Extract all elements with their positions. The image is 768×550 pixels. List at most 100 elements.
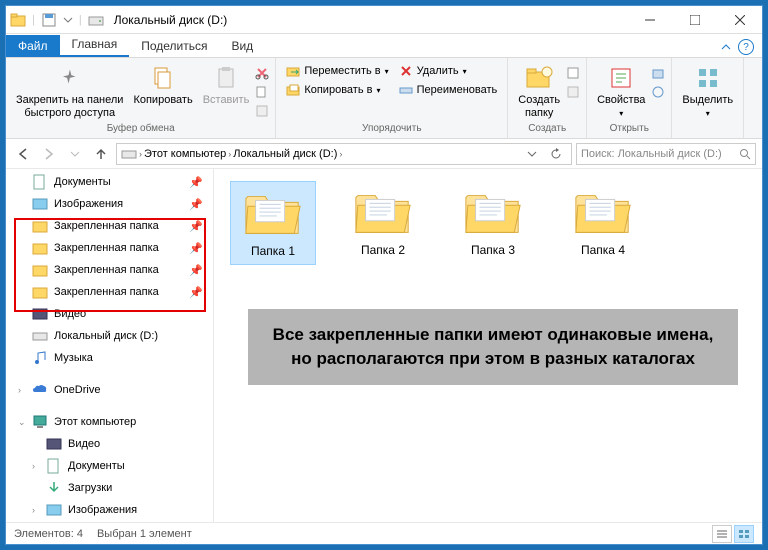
delete-button[interactable]: Удалить▾	[395, 62, 502, 80]
drive-icon	[121, 146, 137, 162]
new-item-icon[interactable]	[566, 66, 580, 80]
sidebar-item-pictures[interactable]: Изображения📌	[6, 193, 213, 215]
documents-icon	[32, 174, 48, 190]
ribbon-tabs: Файл Главная Поделиться Вид ?	[6, 34, 762, 58]
copy-to-button[interactable]: Копировать в▾	[282, 81, 392, 99]
address-bar[interactable]: › Этот компьютер› Локальный диск (D:)›	[116, 143, 572, 165]
status-count: Элементов: 4	[14, 528, 83, 540]
sidebar-item-music[interactable]: Музыка	[6, 347, 213, 369]
sidebar-item-pc-downloads[interactable]: Загрузки	[6, 477, 213, 499]
close-button[interactable]	[717, 6, 762, 34]
onedrive-icon	[32, 382, 48, 398]
history-icon[interactable]	[651, 85, 665, 99]
back-button[interactable]	[12, 143, 34, 165]
collapse-icon[interactable]: ⌄	[18, 417, 26, 428]
paste-button: Вставить	[199, 62, 254, 109]
pin-icon: 📌	[189, 198, 203, 211]
sidebar-item-pc-documents[interactable]: ›Документы	[6, 455, 213, 477]
status-bar: Элементов: 4 Выбран 1 элемент	[6, 522, 762, 544]
folder-item[interactable]: Папка 4	[560, 181, 646, 265]
sidebar-item-documents[interactable]: Документы📌	[6, 171, 213, 193]
expand-icon[interactable]: ›	[18, 385, 21, 395]
pin-icon: 📌	[189, 220, 203, 233]
breadcrumb: Локальный диск (D:)›	[233, 148, 342, 160]
sidebar-item-videos[interactable]: Видео	[6, 303, 213, 325]
sidebar-item-pc-pictures[interactable]: ›Изображения	[6, 499, 213, 521]
paste-shortcut-icon[interactable]	[255, 104, 269, 118]
expand-icon[interactable]: ›	[32, 461, 35, 471]
up-button[interactable]	[90, 143, 112, 165]
easy-access-icon[interactable]	[566, 85, 580, 99]
video-icon	[32, 306, 48, 322]
ribbon: Закрепить на панели быстрого доступа Коп…	[6, 58, 762, 139]
copy-path-icon[interactable]	[255, 85, 269, 99]
content-pane[interactable]: Папка 1 Папка 2 Папка 3 Папка 4 Все закр…	[214, 169, 762, 522]
view-icons-button[interactable]	[734, 525, 754, 543]
folder-icon	[462, 187, 524, 239]
folder-icon	[572, 187, 634, 239]
navigation-pane: Документы📌 Изображения📌 Закрепленная пап…	[6, 169, 214, 522]
new-folder-button[interactable]: Создать папку	[514, 62, 564, 121]
qa-dropdown-icon[interactable]	[63, 15, 73, 25]
help-icon[interactable]: ?	[738, 39, 754, 55]
sidebar-item-this-pc[interactable]: ⌄Этот компьютер	[6, 411, 213, 433]
tab-home[interactable]: Главная	[60, 33, 130, 57]
documents-icon	[46, 458, 62, 474]
pc-icon	[32, 414, 48, 430]
pin-icon: 📌	[189, 176, 203, 189]
pin-icon: 📌	[189, 286, 203, 299]
pictures-icon	[46, 502, 62, 518]
forward-button[interactable]	[38, 143, 60, 165]
tab-file[interactable]: Файл	[6, 35, 60, 57]
sidebar-item-pinned[interactable]: Закрепленная папка📌	[6, 281, 213, 303]
sidebar-item-local-d[interactable]: Локальный диск (D:)	[6, 325, 213, 347]
folder-item[interactable]: Папка 3	[450, 181, 536, 265]
drive-icon	[32, 328, 48, 344]
status-selected: Выбран 1 элемент	[97, 528, 192, 540]
folder-icon	[352, 187, 414, 239]
properties-button[interactable]: Свойства ▾	[593, 62, 649, 120]
open-icon[interactable]	[651, 66, 665, 80]
dropdown-icon[interactable]	[521, 149, 543, 159]
maximize-button[interactable]	[672, 6, 717, 34]
pin-icon: 📌	[189, 264, 203, 277]
search-input[interactable]: Поиск: Локальный диск (D:)	[576, 143, 756, 165]
folder-icon	[32, 284, 48, 300]
breadcrumb: Этот компьютер›	[144, 148, 231, 160]
pictures-icon	[32, 196, 48, 212]
sidebar-item-pinned[interactable]: Закрепленная папка📌	[6, 237, 213, 259]
sidebar-item-pinned[interactable]: Закрепленная папка📌	[6, 215, 213, 237]
expand-icon[interactable]: ›	[32, 505, 35, 515]
annotation-text: Все закрепленные папки имеют одинаковые …	[248, 309, 738, 385]
video-icon	[46, 436, 62, 452]
select-button[interactable]: Выделить ▾	[678, 62, 737, 120]
folder-item[interactable]: Папка 1	[230, 181, 316, 265]
copy-button[interactable]: Копировать	[129, 62, 196, 109]
sidebar-item-pc-video[interactable]: Видео	[6, 433, 213, 455]
pin-button[interactable]: Закрепить на панели быстрого доступа	[12, 62, 127, 121]
minimize-button[interactable]	[627, 6, 672, 34]
qa-save-icon[interactable]	[41, 12, 57, 28]
folder-icon	[242, 188, 304, 240]
rename-button[interactable]: Переименовать	[395, 81, 502, 99]
folder-icon	[32, 218, 48, 234]
sidebar-item-pc-music[interactable]: Музыка	[6, 521, 213, 522]
sidebar-item-pinned[interactable]: Закрепленная папка📌	[6, 259, 213, 281]
chevron-up-icon[interactable]	[720, 41, 732, 53]
tab-view[interactable]: Вид	[219, 35, 265, 57]
tab-share[interactable]: Поделиться	[129, 35, 219, 57]
refresh-icon[interactable]	[545, 148, 567, 160]
nav-bar: › Этот компьютер› Локальный диск (D:)› П…	[6, 139, 762, 169]
folder-icon	[32, 240, 48, 256]
cut-icon[interactable]	[255, 66, 269, 80]
recent-button[interactable]	[64, 143, 86, 165]
window-title: Локальный диск (D:)	[114, 13, 228, 27]
move-to-button[interactable]: Переместить в▾	[282, 62, 392, 80]
search-icon	[739, 148, 751, 160]
drive-icon	[88, 12, 104, 28]
folder-icon	[10, 12, 26, 28]
folder-item[interactable]: Папка 2	[340, 181, 426, 265]
view-details-button[interactable]	[712, 525, 732, 543]
sidebar-item-onedrive[interactable]: ›OneDrive	[6, 379, 213, 401]
title-bar: | | Локальный диск (D:)	[6, 6, 762, 34]
